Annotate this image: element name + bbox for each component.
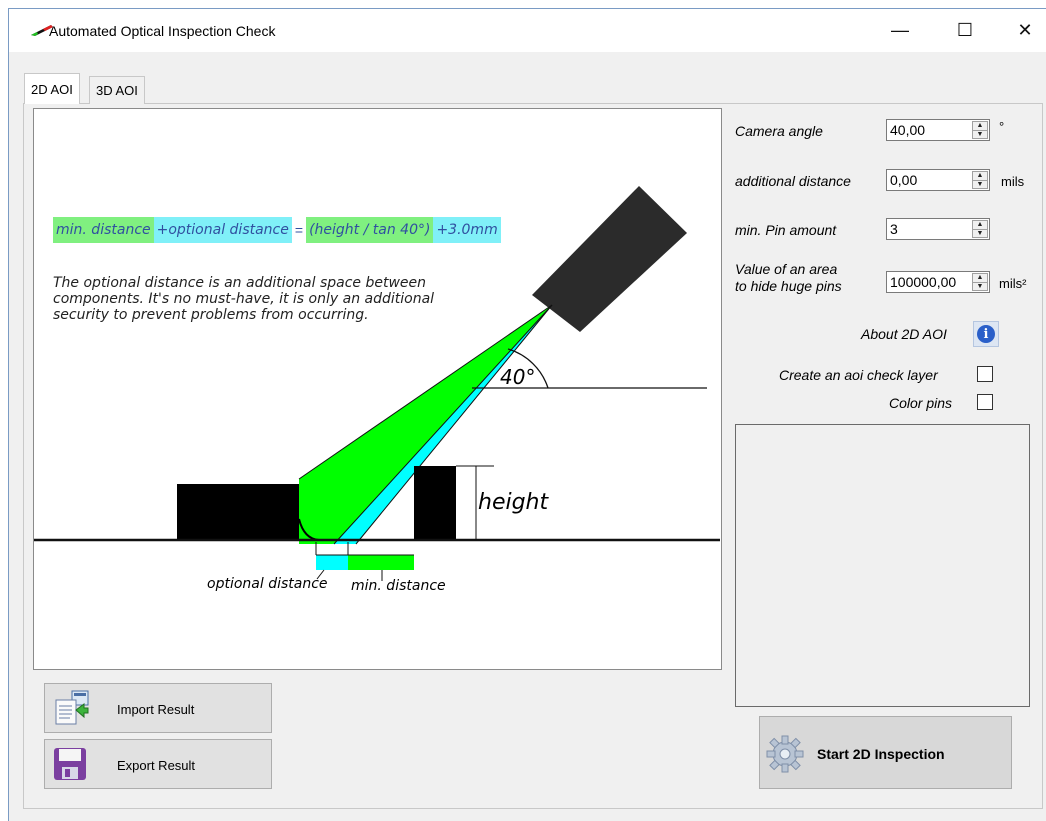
- close-button[interactable]: ✕: [1002, 9, 1046, 52]
- tab-3d-aoi[interactable]: 3D AOI: [89, 76, 145, 104]
- additional-distance-stepper[interactable]: ▲ ▼: [972, 171, 988, 189]
- export-result-label: Export Result: [117, 758, 196, 773]
- import-icon: [55, 690, 89, 725]
- additional-distance-value: 0,00: [890, 172, 918, 188]
- min-distance-label: min. distance: [351, 578, 446, 594]
- min-pin-amount-input[interactable]: 3 ▲ ▼: [886, 218, 990, 240]
- stepper-down-icon[interactable]: ▼: [973, 180, 987, 188]
- formula-min-distance: min. distance: [53, 217, 154, 243]
- color-pins-label: Color pins: [889, 395, 953, 411]
- stepper-up-icon[interactable]: ▲: [973, 274, 987, 282]
- aoi-formula: min. distance +optional distance = (heig…: [53, 217, 501, 243]
- additional-distance-label: additional distance: [735, 173, 851, 189]
- angle-label: 40°: [500, 365, 536, 389]
- huge-pin-area-label: Value of an area to hide huge pins: [735, 261, 842, 295]
- about-2d-aoi-button[interactable]: i: [973, 321, 999, 347]
- huge-pin-area-stepper[interactable]: ▲ ▼: [972, 273, 988, 291]
- min-pin-amount-value: 3: [890, 221, 898, 237]
- start-2d-inspection-button[interactable]: Start 2D Inspection: [759, 716, 1012, 789]
- gear-icon: [766, 735, 804, 773]
- stepper-down-icon[interactable]: ▼: [973, 130, 987, 138]
- window-title: Automated Optical Inspection Check: [49, 23, 276, 39]
- camera-angle-value: 40,00: [890, 122, 926, 138]
- start-2d-inspection-label: Start 2D Inspection: [817, 746, 945, 762]
- aoi-description: The optional distance is an additional s…: [53, 275, 435, 323]
- left-component: [177, 484, 299, 540]
- create-layer-label: Create an aoi check layer: [779, 367, 938, 383]
- huge-pin-area-value: 100000,00: [890, 274, 957, 290]
- about-2d-aoi-label: About 2D AOI: [861, 326, 947, 342]
- aoi-diagram: min. distance +optional distance = (heig…: [33, 108, 722, 670]
- minimize-button[interactable]: —: [877, 9, 923, 52]
- import-result-button[interactable]: Import Result: [44, 683, 272, 733]
- right-component: [414, 466, 456, 540]
- formula-height-tan: (height / tan 40°): [306, 217, 434, 243]
- camera-angle-input[interactable]: 40,00 ▲ ▼: [886, 119, 990, 141]
- main-window: Automated Optical Inspection Check — ☐ ✕…: [8, 8, 1046, 821]
- optional-distance-bar: [316, 555, 348, 570]
- additional-distance-input[interactable]: 0,00 ▲ ▼: [886, 169, 990, 191]
- maximize-button[interactable]: ☐: [942, 9, 988, 52]
- camera-shape: [532, 186, 687, 332]
- formula-optional-distance: +optional distance: [153, 217, 292, 243]
- preview-panel: [735, 424, 1030, 707]
- info-icon: i: [977, 325, 995, 343]
- stepper-down-icon[interactable]: ▼: [973, 282, 987, 290]
- camera-angle-label: Camera angle: [735, 123, 823, 139]
- huge-pin-area-input[interactable]: 100000,00 ▲ ▼: [886, 271, 990, 293]
- huge-pin-area-unit: mils²: [999, 276, 1027, 291]
- create-layer-checkbox[interactable]: [977, 366, 993, 382]
- color-pins-checkbox[interactable]: [977, 394, 993, 410]
- min-pin-amount-label: min. Pin amount: [735, 222, 837, 238]
- additional-distance-unit: mils: [1001, 174, 1025, 189]
- stepper-up-icon[interactable]: ▲: [973, 172, 987, 180]
- title-bar: Automated Optical Inspection Check — ☐ ✕: [9, 9, 1046, 52]
- save-icon: [54, 748, 86, 780]
- optional-distance-label: optional distance: [207, 576, 328, 592]
- huge-pin-area-label-line2: to hide huge pins: [735, 278, 842, 294]
- min-distance-bar: [348, 555, 414, 570]
- export-result-button[interactable]: Export Result: [44, 739, 272, 789]
- height-label: height: [478, 490, 549, 515]
- camera-angle-unit: °: [999, 119, 1005, 134]
- stepper-up-icon[interactable]: ▲: [973, 122, 987, 130]
- stepper-down-icon[interactable]: ▼: [973, 229, 987, 237]
- import-result-label: Import Result: [117, 702, 195, 717]
- stepper-up-icon[interactable]: ▲: [973, 221, 987, 229]
- tab-2d-aoi[interactable]: 2D AOI: [24, 73, 80, 104]
- huge-pin-area-label-line1: Value of an area: [735, 261, 838, 277]
- camera-angle-stepper[interactable]: ▲ ▼: [972, 121, 988, 139]
- min-pin-amount-stepper[interactable]: ▲ ▼: [972, 220, 988, 238]
- formula-equals: =: [291, 217, 307, 243]
- formula-offset: +3.0mm: [433, 217, 501, 243]
